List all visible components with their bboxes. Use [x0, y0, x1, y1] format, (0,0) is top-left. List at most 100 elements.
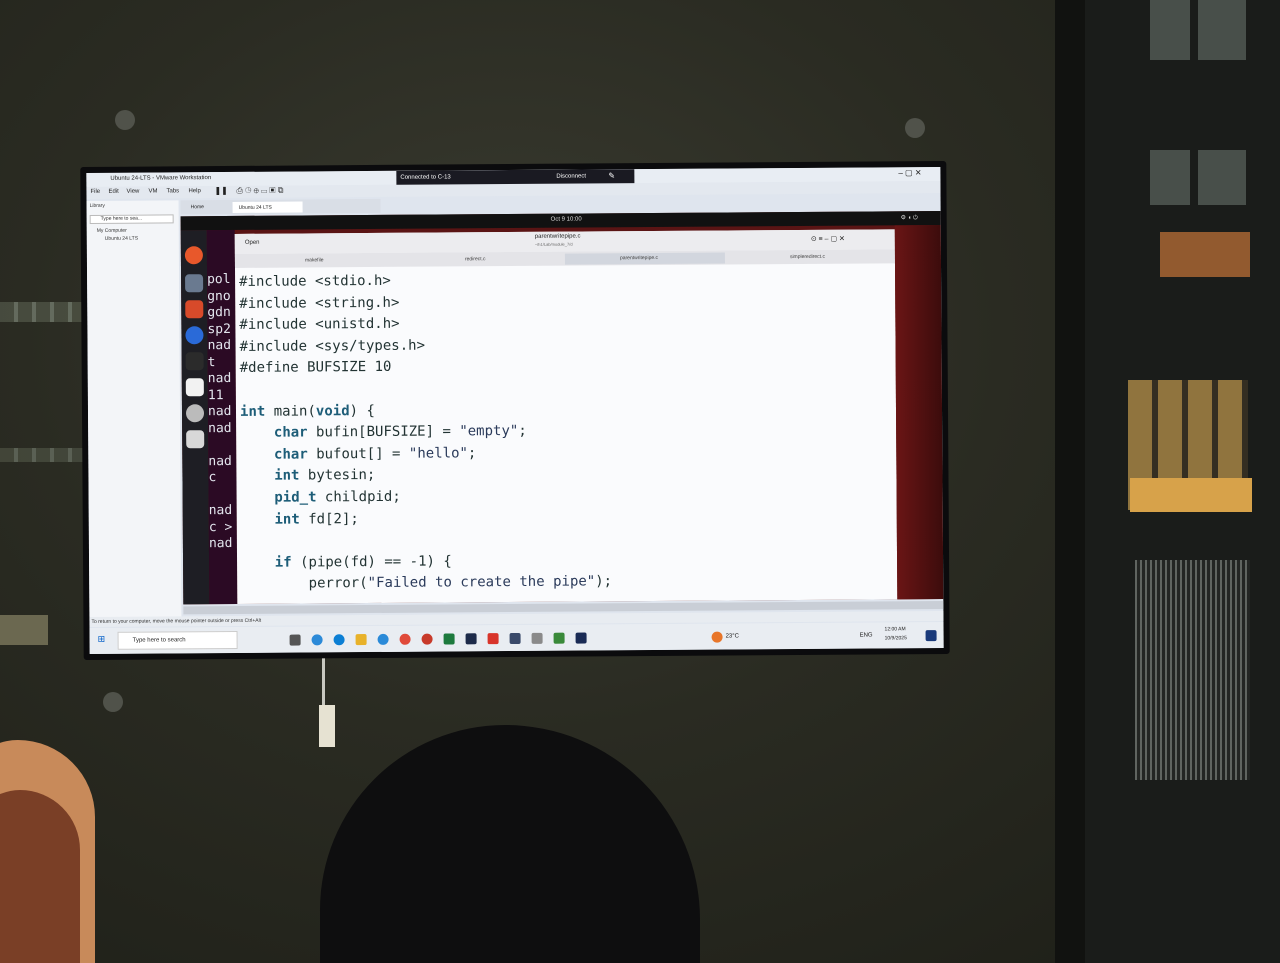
editor-file-path: ~/h1/Lab/module_7/d [534, 241, 573, 247]
wall-screw [103, 692, 123, 712]
wall-screw [905, 118, 925, 138]
wall-monitor: Ubuntu 24-LTS - VMware Workstation – ▢ ✕… [80, 160, 950, 661]
terminal-line: nad [208, 420, 232, 436]
tab-simpleredirect[interactable]: simpleredirect.c [790, 254, 825, 260]
menu-edit[interactable]: Edit [108, 189, 118, 195]
desktop-wallpaper [894, 225, 944, 600]
open-button[interactable]: Open [245, 240, 260, 246]
code-view[interactable]: #include <stdio.h> #include <string.h> #in… [235, 267, 897, 604]
terminal-line: nad [208, 535, 233, 552]
terminal-icon[interactable] [185, 352, 204, 371]
pause-icon[interactable]: ❚❚ [214, 186, 227, 195]
tab-ubuntu[interactable]: Ubuntu 24 LTS [232, 201, 303, 213]
windows-taskbar: ⊞ Type here to search 23°C ENG 12:00 AM … [89, 622, 944, 654]
pin-icon[interactable]: ✎ [608, 171, 615, 180]
text-editor-window: Open parentwritepipe.c ~/h1/Lab/module_7… [234, 229, 898, 604]
app-icon[interactable] [575, 632, 587, 644]
tree-ubuntu-vm[interactable]: Ubuntu 24 LTS [105, 236, 138, 242]
excel-icon[interactable] [443, 633, 455, 645]
cable-tag [319, 705, 335, 747]
window-buttons[interactable]: ⊙ ≡ – ▢ ✕ [811, 235, 845, 243]
terminal-line: c [208, 470, 217, 486]
weather-temp[interactable]: 23°C [726, 633, 739, 639]
wall-strip-lower [0, 448, 92, 462]
connection-status: Connected to C-13 [400, 174, 451, 181]
tab-home[interactable]: Home [191, 204, 204, 210]
edge-icon[interactable] [333, 634, 345, 646]
tab-parentwritepipe[interactable]: parentwritepipe.c [620, 255, 658, 261]
vm-tab-strip: Home Ubuntu 24 LTS [180, 198, 381, 215]
disc-icon[interactable] [185, 404, 205, 423]
powerpoint-icon[interactable] [421, 633, 433, 645]
firefox-icon[interactable] [184, 246, 203, 265]
ubuntu-clock[interactable]: Oct 9 10:00 [551, 217, 582, 223]
window-blinds [1135, 560, 1250, 780]
lit-window-band [1130, 478, 1252, 512]
file-explorer-icon[interactable] [355, 634, 367, 646]
ubuntu-topbar: Oct 9 10:00 ⚙ ◖ ⏻ [180, 211, 941, 231]
window-controls[interactable]: – ▢ ✕ [898, 168, 921, 177]
clock-time[interactable]: 12:00 AM [885, 626, 906, 632]
library-search[interactable]: Type here to sea... [89, 214, 174, 224]
status-text: To return to your computer, move the mou… [91, 617, 262, 625]
window-pane [1150, 0, 1190, 60]
window-pane [1198, 0, 1246, 60]
tab-makefile[interactable]: makefile [305, 257, 324, 263]
browser-icon[interactable] [377, 633, 389, 645]
google-icon[interactable] [399, 633, 411, 645]
weather-icon[interactable] [711, 631, 723, 643]
terminal-line: 11 [207, 387, 224, 403]
terminal-window[interactable]: pol gno gdn sp2 nad t nad 11 nad nad nad… [206, 229, 238, 605]
trash-icon[interactable] [186, 430, 205, 449]
app-icon[interactable] [553, 632, 565, 644]
app-center-icon[interactable] [185, 300, 204, 319]
tree-my-computer[interactable]: My Computer [97, 228, 127, 234]
toolbar-icons[interactable]: ⎙ ◷ ⊕ ▭ ▣ ⧉ [236, 186, 283, 196]
terminal-line: sp2 [207, 321, 231, 337]
window-pane [1198, 150, 1246, 205]
taskbar-search[interactable]: Type here to search [117, 630, 238, 650]
terminal-line: nad [207, 337, 232, 354]
language-indicator[interactable]: ENG [860, 633, 873, 639]
notification-icon[interactable] [925, 630, 937, 642]
system-tray-icons[interactable]: ⚙ ◖ ⏻ [901, 214, 918, 222]
menu-vm[interactable]: VM [148, 188, 157, 194]
acrobat-icon[interactable] [487, 633, 499, 645]
monitor-screen: Ubuntu 24-LTS - VMware Workstation – ▢ ✕… [86, 167, 944, 654]
files-icon[interactable] [185, 274, 204, 293]
vmware-icon[interactable] [509, 632, 521, 645]
editor-file-title: parentwritepipe.c [534, 233, 581, 240]
library-label: Library [89, 202, 105, 209]
menu-file[interactable]: File [90, 189, 100, 195]
wall-plaque [0, 615, 48, 645]
teams-icon[interactable] [531, 632, 543, 644]
code-line: perror("Failed to create the pipe"); [241, 573, 613, 593]
terminal-line: gdn [207, 304, 231, 321]
student-shoulder-shadow [0, 790, 80, 963]
clock-date[interactable]: 10/9/2025 [885, 635, 907, 641]
terminal-line: pol [207, 271, 231, 288]
mail-icon[interactable] [465, 633, 477, 645]
window-title: Ubuntu 24-LTS - VMware Workstation [110, 175, 212, 182]
terminal-line: t [207, 354, 216, 370]
menu-view[interactable]: View [126, 189, 139, 195]
text-editor-icon[interactable] [185, 378, 204, 397]
terminal-line: gno [207, 288, 231, 304]
task-view-icon[interactable] [289, 634, 301, 646]
ubuntu-dock [180, 230, 210, 605]
terminal-line: nad [208, 453, 232, 469]
window-pane [1150, 150, 1190, 205]
help-icon[interactable] [185, 326, 204, 345]
tab-redirect[interactable]: redirect.c [465, 256, 486, 262]
chrome-icon[interactable] [311, 634, 323, 646]
menu-tabs[interactable]: Tabs [166, 188, 179, 194]
vmware-library-panel: Library Type here to sea... My Computer … [86, 200, 182, 621]
menu-help[interactable]: Help [188, 188, 200, 194]
terminal-line: nad [207, 403, 232, 420]
disconnect-button[interactable]: Disconnect [556, 173, 586, 179]
wall-screw [115, 110, 135, 130]
terminal-line: c > [208, 519, 233, 535]
windows-start-icon[interactable]: ⊞ [98, 634, 106, 645]
